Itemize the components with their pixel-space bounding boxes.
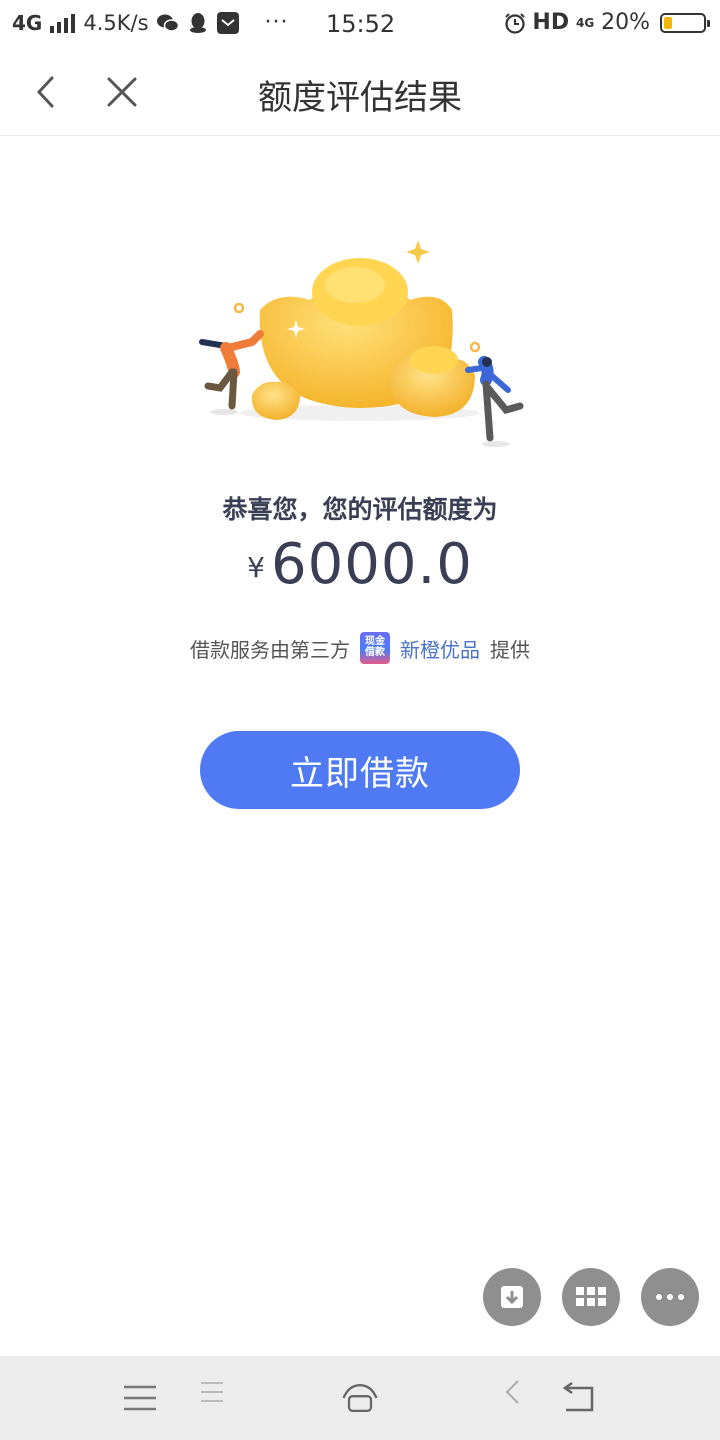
hd-indicator: HD [532,10,570,35]
back-nav-button[interactable] [490,1370,534,1414]
nav-bar: 额度评估结果 [0,50,720,136]
grid-icon [576,1287,606,1306]
network-speed: 4.5K/s [83,10,149,35]
grid-menu-button[interactable] [562,1268,620,1326]
recents-icon [201,1382,223,1402]
amount-value: 6000.0 [270,532,473,597]
status-right: HD 4G 20% [504,10,710,35]
menu-icon [124,1385,156,1411]
more-icon [656,1294,684,1300]
provider-suffix: 提供 [490,637,530,662]
download-icon [501,1286,523,1308]
alarm-icon [504,12,526,34]
battery-icon [660,12,710,33]
back-nav-icon [505,1380,519,1404]
borrow-now-button[interactable]: 立即借款 [200,731,520,809]
network-type: 4G [12,10,43,35]
gold-ingot-illustration [199,240,524,447]
battery-percent: 20% [601,10,650,35]
more-button[interactable] [641,1268,699,1326]
home-icon [342,1384,378,1412]
provider-logo: 现金 借款 [360,632,390,664]
home-button[interactable] [338,1376,382,1420]
qq-icon [187,12,209,34]
status-bar: 4G 4.5K/s ··· 15:52 HD 4G 20% [0,0,720,50]
credit-amount: ¥6000.0 [0,532,720,597]
menu-button[interactable] [118,1376,162,1420]
return-button[interactable] [556,1376,600,1420]
wechat-icon [156,12,179,34]
network-4g-small: 4G [575,15,595,30]
result-headline: 恭喜您，您的评估额度为 [222,495,498,524]
clock: 15:52 [326,10,396,38]
mail-app-icon [216,11,239,34]
provider-prefix: 借款服务由第三方 [190,637,350,662]
download-button[interactable] [483,1268,541,1326]
provider-info: 借款服务由第三方 现金 借款 新橙优品 提供 [0,632,720,664]
signal-icon [50,13,76,33]
provider-name[interactable]: 新橙优品 [400,634,480,663]
more-notifications-icon: ··· [264,10,289,35]
return-icon [562,1382,594,1412]
currency-symbol: ¥ [247,551,265,584]
page-title: 额度评估结果 [258,78,462,118]
status-left: 4G 4.5K/s ··· [12,10,289,35]
recents-button[interactable] [190,1370,234,1414]
system-nav-bar [0,1356,720,1440]
